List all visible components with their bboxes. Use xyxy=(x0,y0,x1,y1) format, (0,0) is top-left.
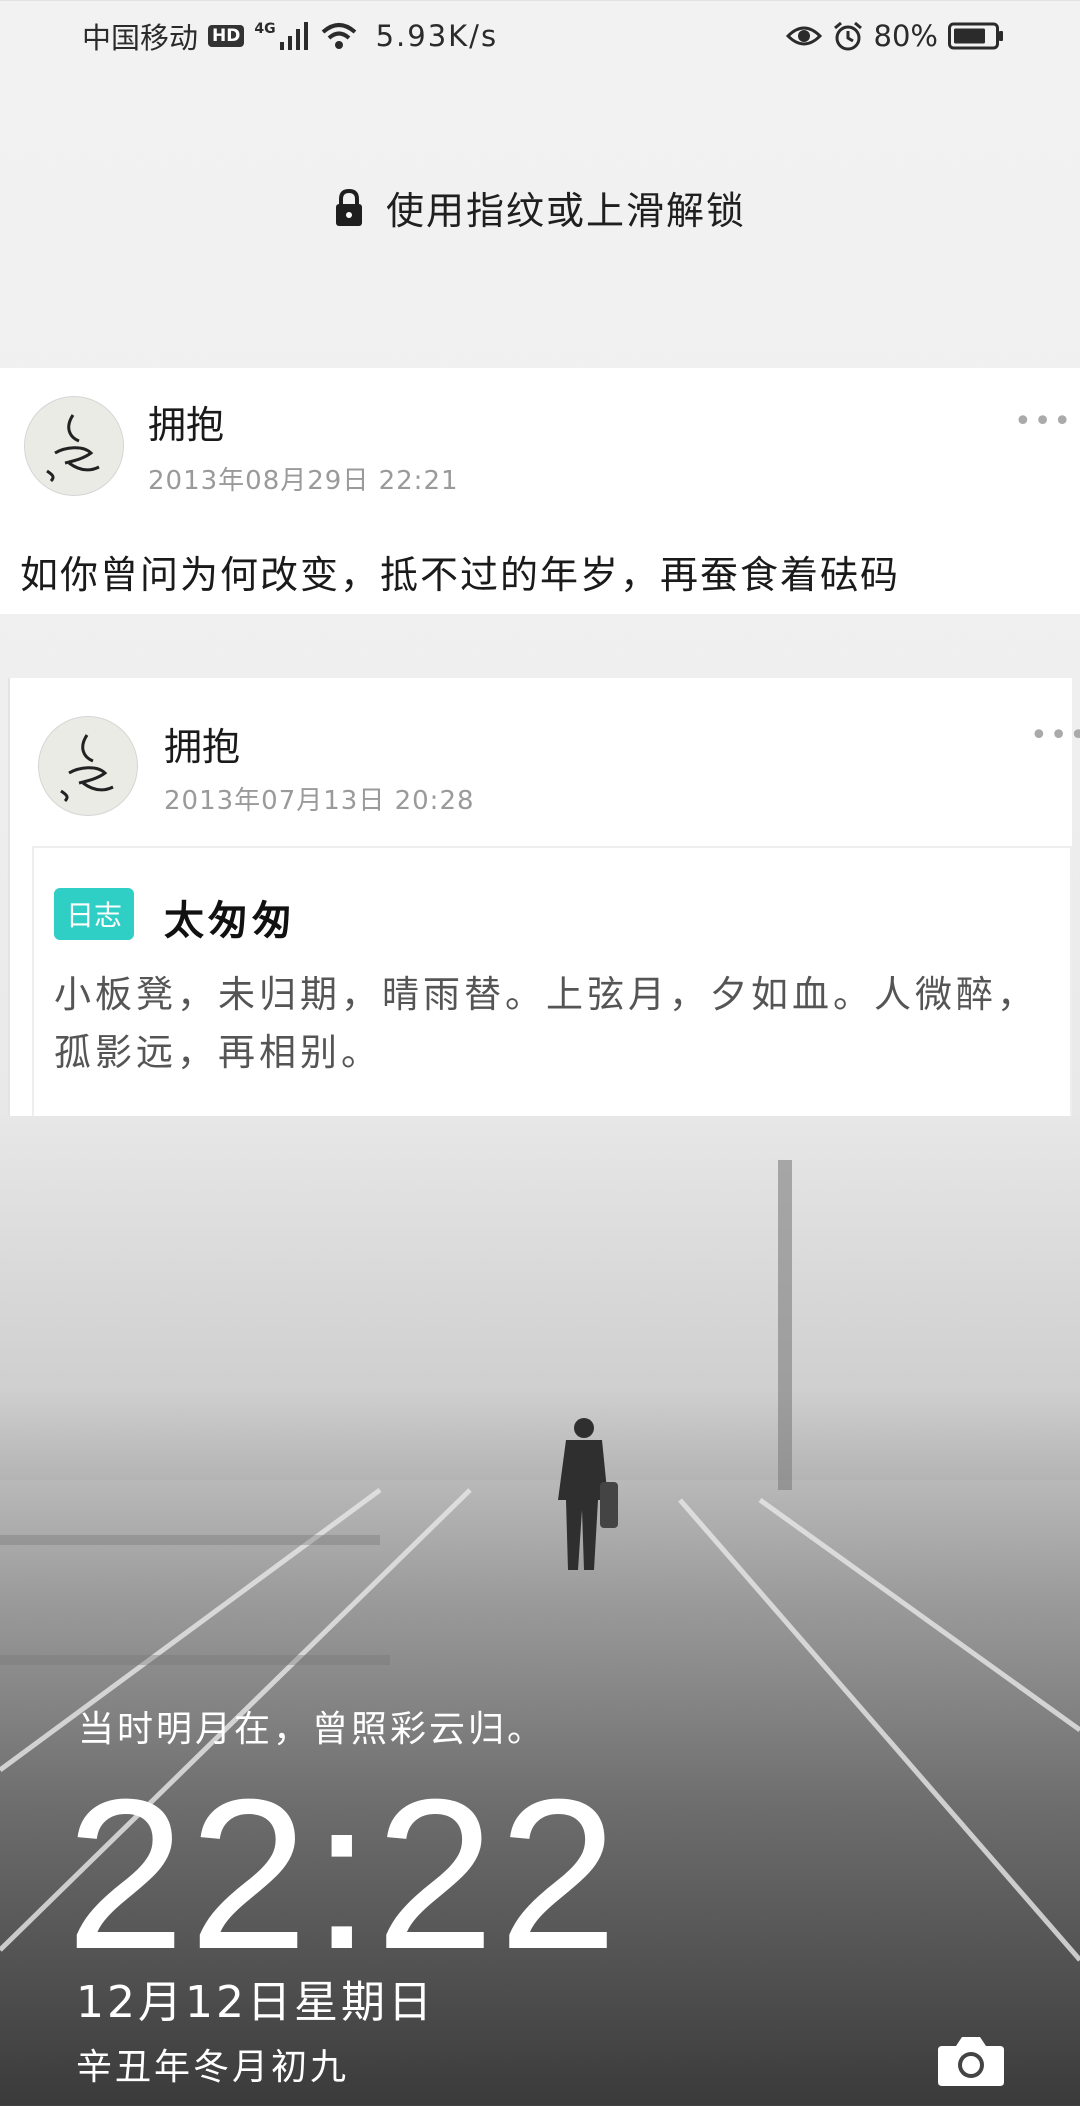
unlock-hint-text: 使用指纹或上滑解锁 xyxy=(385,189,746,233)
signature-avatar-image xyxy=(60,734,114,803)
poster-name: 拥抱 xyxy=(164,725,241,769)
status-bar: 中国移动 HD 4G 5.93K/s 80% xyxy=(0,0,1080,72)
battery-icon xyxy=(948,22,1003,50)
camera-icon[interactable] xyxy=(936,2032,1006,2088)
more-options-icon[interactable]: ••• xyxy=(1030,718,1080,753)
unlock-hint: 使用指纹或上滑解锁 xyxy=(0,180,1080,235)
alarm-icon xyxy=(833,21,862,51)
avatar xyxy=(24,396,124,496)
post-time: 2013年08月29日 22:21 xyxy=(148,466,459,496)
eye-icon xyxy=(785,26,822,46)
notification-card[interactable]: 拥抱 2013年07月13日 20:28 ••• 日志 太匆匆 小板凳，未归期，… xyxy=(8,678,1080,1116)
battery-percent: 80% xyxy=(873,19,938,53)
signal-icon xyxy=(279,22,308,50)
lockscreen-lunar-date: 辛丑年冬月初九 xyxy=(76,2047,350,2088)
wifi-icon xyxy=(321,23,356,49)
post-text: 如你曾问为何改变，抵不过的年岁，再蚕食着砝码 xyxy=(20,553,901,597)
network-type: 4G xyxy=(254,21,276,37)
status-left: 中国移动 HD 4G 5.93K/s xyxy=(82,15,498,57)
lockscreen-date: 12月12日星期日 xyxy=(76,1977,435,2028)
journal-title: 太匆匆 xyxy=(164,898,296,944)
lock-icon xyxy=(335,188,362,226)
network-speed: 5.93K/s xyxy=(375,19,499,53)
post-time: 2013年07月13日 20:28 xyxy=(164,786,475,816)
lockscreen-clock: 22:22 xyxy=(66,1755,622,1994)
signature-avatar-image xyxy=(46,414,100,483)
poster-name: 拥抱 xyxy=(148,403,225,447)
carrier-label: 中国移动 xyxy=(82,21,199,55)
more-options-icon[interactable]: ••• xyxy=(1014,404,1073,439)
status-right: 80% xyxy=(785,19,1004,53)
notification-card[interactable]: 拥抱 2013年08月29日 22:21 ••• 如你曾问为何改变，抵不过的年岁… xyxy=(0,368,1080,614)
hd-badge: HD xyxy=(208,25,245,47)
lockscreen-quote: 当时明月在，曾照彩云归。 xyxy=(78,1709,547,1750)
avatar xyxy=(38,716,138,816)
journal-body: 小板凳，未归期，晴雨替。上弦月，夕如血。人微醉，孤影远，再相别。 xyxy=(54,973,1038,1074)
journal-entry[interactable]: 日志 太匆匆 小板凳，未归期，晴雨替。上弦月，夕如血。人微醉，孤影远，再相别。 xyxy=(32,846,1072,1116)
journal-tag: 日志 xyxy=(54,888,135,940)
